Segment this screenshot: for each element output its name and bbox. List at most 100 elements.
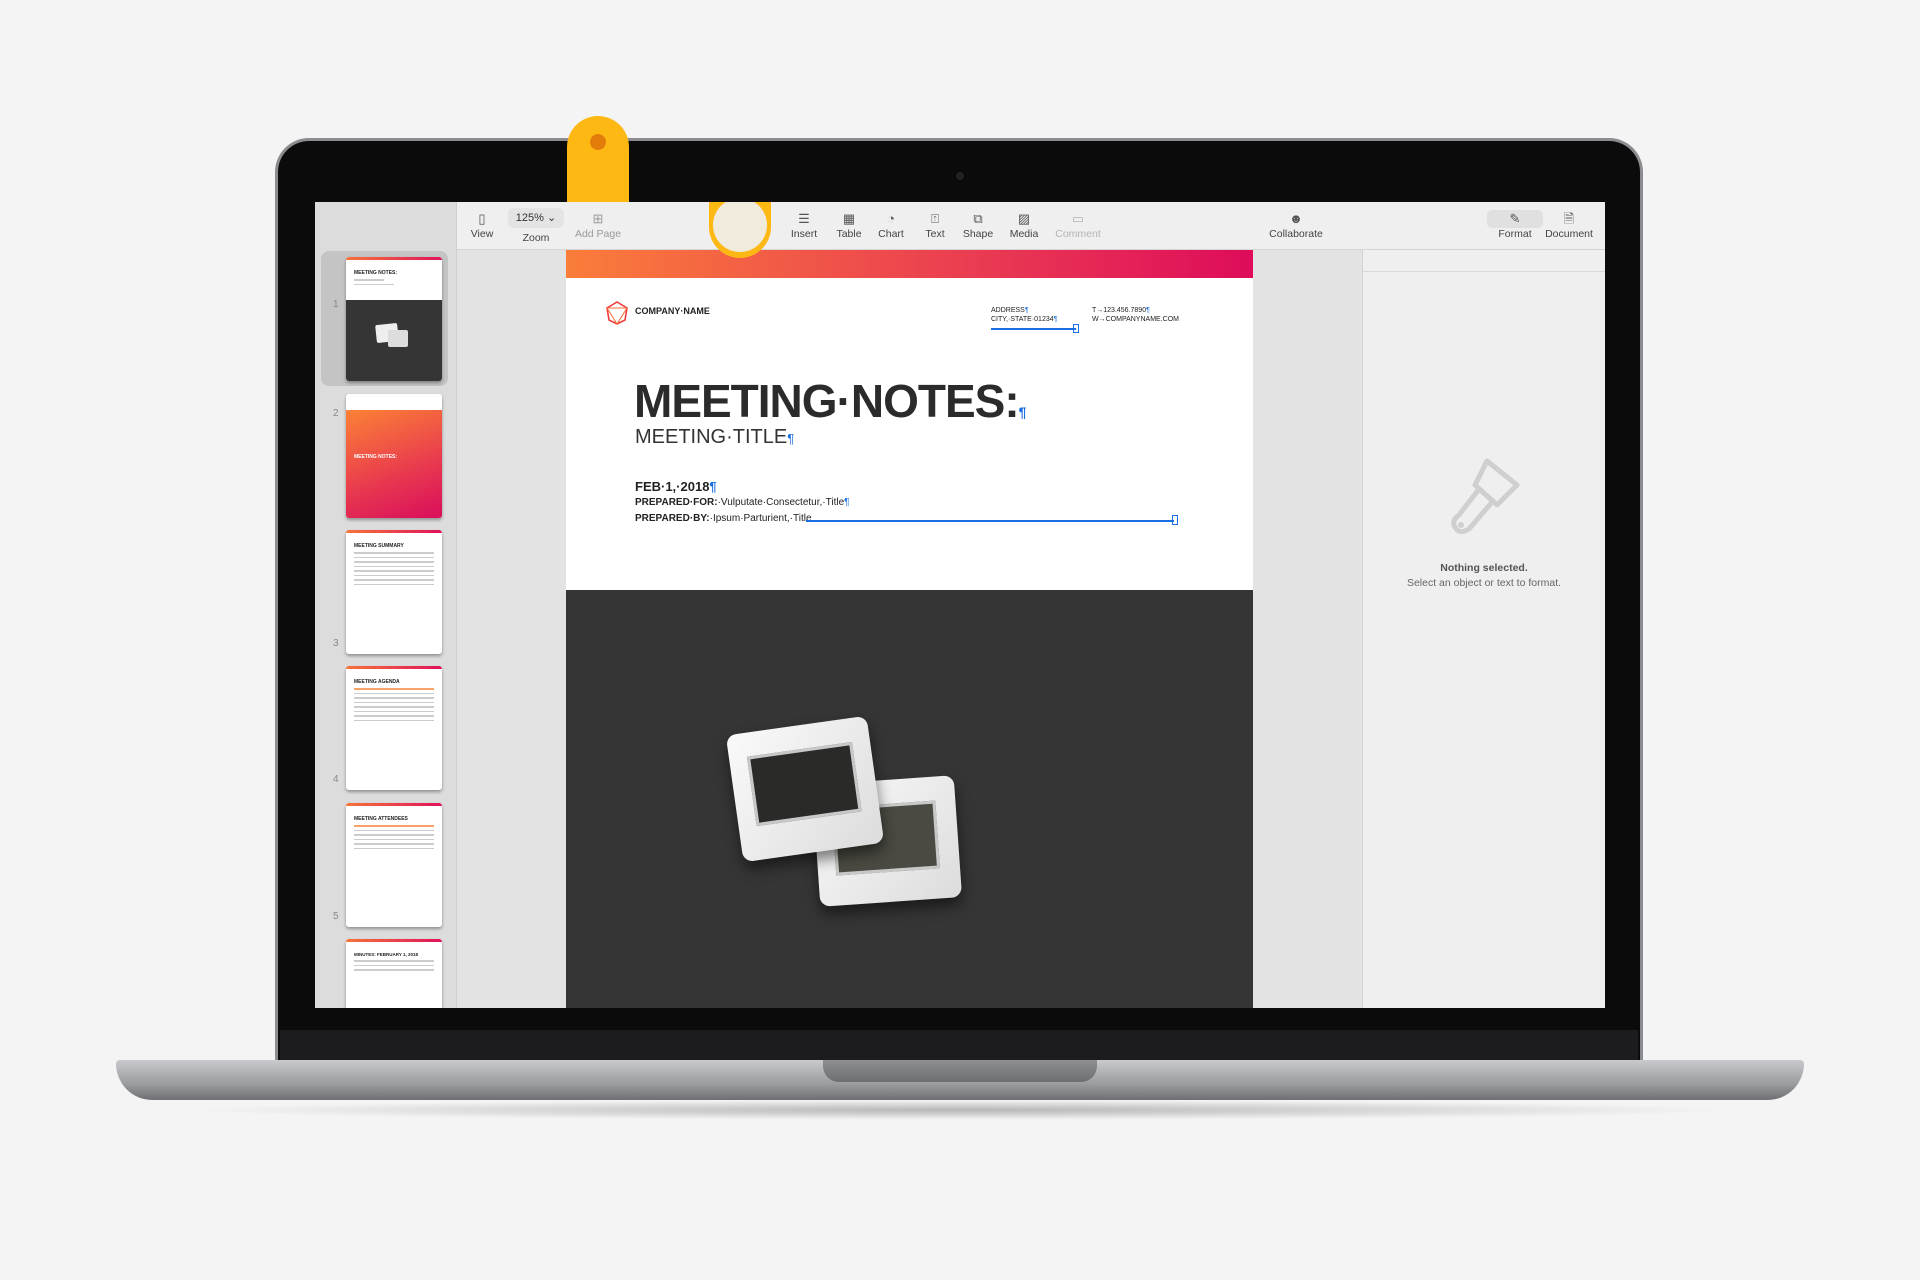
insert-button[interactable]: ☰ Insert [791,210,817,240]
cover-image-area[interactable] [566,590,1253,1008]
web-line[interactable]: W→COMPANYNAME.COM [1092,316,1179,323]
page-number: 1 [333,299,339,310]
zoom-label: Zoom [522,232,550,244]
collaborate-button[interactable]: ☻ Collaborate [1269,210,1323,240]
thumbnail-heading: MEETING AGENDA [354,679,400,685]
pilcrow: ¶ [1146,307,1150,314]
thumbnail-page-4[interactable]: MEETING AGENDA [346,666,442,790]
address-text: ADDRESS [991,307,1025,314]
chart-button[interactable]: ◔ Chart [878,210,904,240]
tab-leader-line [806,520,1174,522]
table-label: Table [836,228,862,240]
insert-label: Insert [790,228,818,240]
page-thumbnails-sidebar[interactable]: MEETING NOTES: 1 MEETING NOTES: 2 MEETIN… [315,202,457,1008]
thumbnail-page-1[interactable]: MEETING NOTES: [346,257,442,381]
pilcrow: ¶ [1018,404,1027,420]
thumbnail-page-6[interactable]: MINUTES: FEBRUARY 1, 2018 [346,939,442,1008]
paintbrush-icon [1451,458,1520,535]
collaborate-label: Collaborate [1269,228,1323,240]
thumbnail-page-2[interactable]: MEETING NOTES: [346,394,442,518]
thumbnail-heading: MEETING NOTES: [354,270,398,276]
add-page-label: Add Page [574,228,622,240]
document-icon: 🗎 [1563,211,1575,226]
column-divider [991,328,1076,330]
address-line-1[interactable]: ADDRESS¶ [991,307,1029,314]
phone-text: T→123.456.7890 [1092,307,1147,314]
image-icon: ▨ [1017,211,1031,226]
comment-label: Comment [1055,228,1101,240]
thumbnail-page-3[interactable]: MEETING SUMMARY [346,530,442,654]
thumbnail-heading: MEETING NOTES: [354,454,398,460]
document-label: Document [1545,228,1593,240]
zoom-value: 125% [515,212,544,224]
resize-handle[interactable] [1073,324,1079,333]
page-number: 2 [333,408,339,419]
text-box-icon: ⍐ [931,211,939,226]
phone-line[interactable]: T→123.456.7890¶ [1092,307,1150,314]
format-button[interactable]: ✎ Format [1498,210,1531,240]
prepared-for-label: PREPARED·FOR: [635,497,718,508]
prepared-for-line[interactable]: PREPARED·FOR:·Vulputate·Consectetur,·Tit… [635,497,850,508]
meeting-title[interactable]: MEETING·TITLE¶ [635,426,794,449]
address-text: CITY,·STATE·01234 [991,316,1054,323]
comment-icon: ▭ [1071,211,1085,226]
page-number: 4 [333,774,339,785]
laptop-shadow [180,1100,1740,1120]
nothing-selected-title: Nothing selected. [1440,562,1528,574]
table-icon: ▦ [842,211,856,226]
format-label: Format [1498,228,1532,240]
resize-handle[interactable] [1172,515,1178,525]
text-button[interactable]: ⍐ Text [925,210,944,240]
company-logo-icon [606,301,628,325]
subtitle-text: MEETING·TITLE [635,426,788,448]
thumbnail-heading: MEETING ATTENDEES [354,816,408,822]
document-canvas[interactable]: COMPANY·NAME ADDRESS¶ CITY,·STATE·01234¶… [457,250,1362,1008]
plus-square-icon: ⊞ [592,211,604,226]
camera [956,172,964,180]
add-page-highlight-callout-top [567,116,629,202]
company-name[interactable]: COMPANY·NAME [635,306,710,316]
text-label: Text [925,228,945,240]
document-page[interactable]: COMPANY·NAME ADDRESS¶ CITY,·STATE·01234¶… [566,250,1253,1008]
date-text: FEB·1,·2018 [635,479,710,494]
format-inspector: Nothing selected. Select an object or te… [1362,250,1605,1008]
nothing-selected-hint: Select an object or text to format. [1406,577,1562,589]
thumbnail-page-5[interactable]: MEETING ATTENDEES [346,803,442,927]
chart-label: Chart [878,228,904,240]
add-page-button[interactable]: ⊞ Add Page [575,210,621,240]
thumbnail-heading: MINUTES: FEBRUARY 1, 2018 [354,952,419,957]
page-number: 5 [333,911,339,922]
chart-icon: ◔ [887,211,895,226]
document-title[interactable]: MEETING·NOTES:¶ [634,374,1027,428]
title-text: MEETING·NOTES: [634,375,1020,427]
inspector-header [1363,250,1605,272]
pilcrow: ¶ [709,479,717,494]
table-button[interactable]: ▦ Table [836,210,861,240]
slide-front-image [725,715,885,863]
prepared-by-line[interactable]: PREPARED·BY:·Ipsum·Parturient,·Title [635,513,812,524]
callout-dot [590,134,606,150]
shape-button[interactable]: ⧉ Shape [963,210,993,240]
prepared-for-value: ·Vulputate·Consectetur,·Title [717,497,845,508]
media-button[interactable]: ▨ Media [1010,210,1039,240]
sidebar-icon: ▯ [478,211,486,226]
view-button[interactable]: ▯ View [471,210,494,240]
pilcrow: ¶ [1053,316,1058,323]
shape-icon: ⧉ [973,211,983,226]
meeting-date[interactable]: FEB·1,·2018¶ [635,479,717,494]
media-label: Media [1009,228,1039,240]
pilcrow: ¶ [787,431,795,446]
pages-window: MEETING NOTES: 1 MEETING NOTES: 2 MEETIN… [315,202,1605,1008]
comment-button[interactable]: ▭ Comment [1055,210,1101,240]
prepared-by-value: ·Ipsum·Parturient,·Title [709,513,812,524]
laptop-chin [280,1030,1638,1060]
header-gradient-band [566,250,1253,278]
callout-ring [713,202,767,252]
document-button[interactable]: 🗎 Document [1545,210,1593,240]
paintbrush-icon: ✎ [1509,211,1521,226]
collaborate-icon: ☻ [1289,211,1303,226]
address-line-2[interactable]: CITY,·STATE·01234¶ [991,316,1057,323]
pilcrow: ¶ [1024,307,1029,314]
shape-label: Shape [962,228,994,240]
zoom-dropdown[interactable]: 125% ⌄ Zoom [507,208,565,244]
